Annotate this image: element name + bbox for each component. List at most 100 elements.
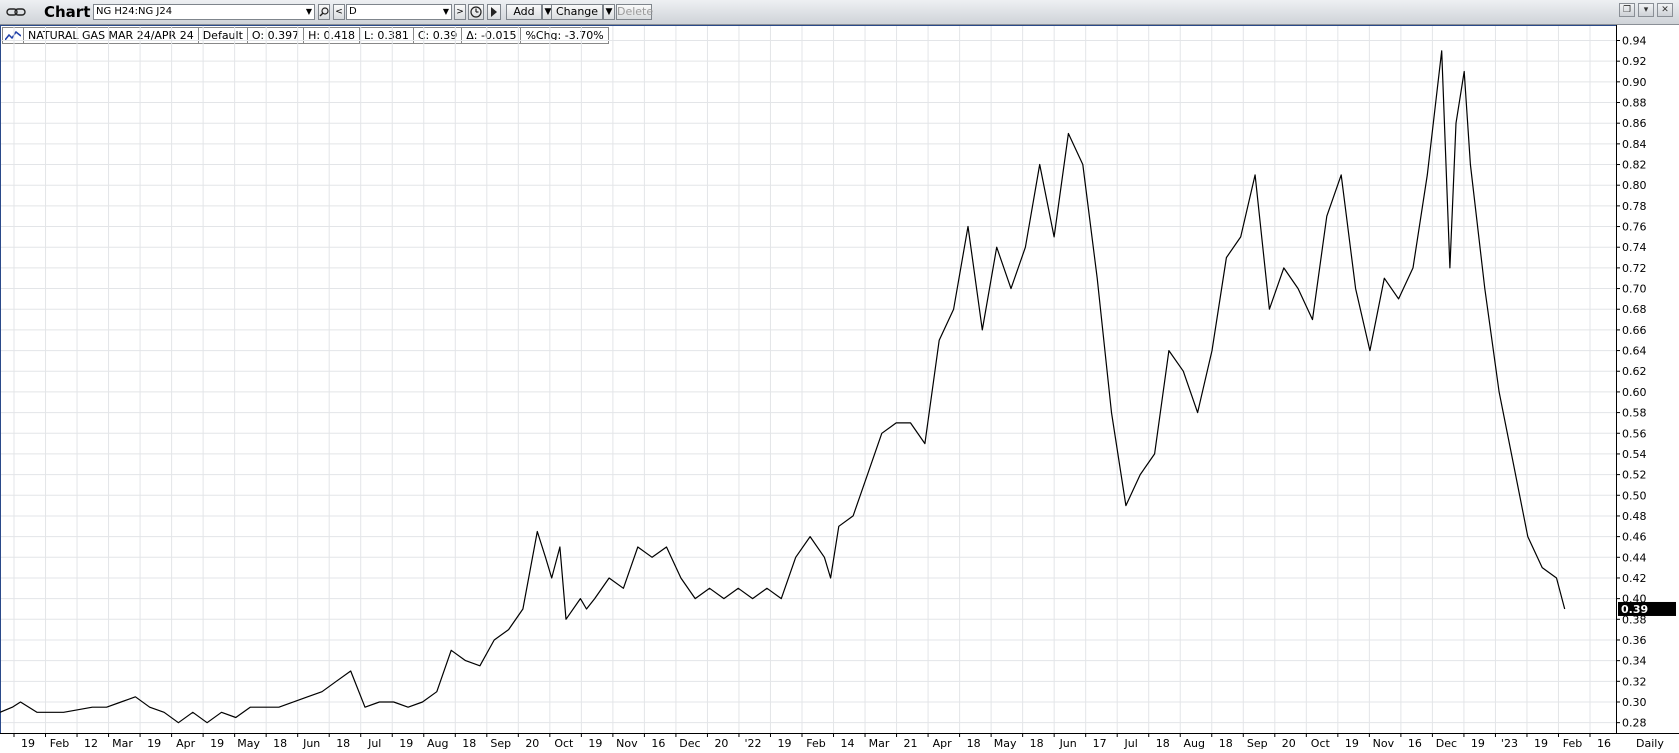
x-tick-label: 19	[399, 737, 413, 750]
y-tick-label: 0.36	[1622, 634, 1647, 647]
x-tick-label: Feb	[806, 737, 825, 750]
x-tick-label: Apr	[933, 737, 953, 750]
play-button[interactable]	[487, 4, 501, 20]
x-tick-label: 16	[1597, 737, 1611, 750]
x-tick-label: Oct	[1311, 737, 1331, 750]
x-tick-label: Nov	[616, 737, 638, 750]
symbol-input[interactable]: NG H24:NG J24 ▼	[93, 4, 315, 20]
delete-button[interactable]: Delete	[616, 4, 653, 20]
x-tick-label: Mar	[112, 737, 133, 750]
y-tick-label: 0.92	[1622, 55, 1647, 68]
x-tick-label: 18	[967, 737, 981, 750]
symbol-value: NG H24:NG J24	[96, 6, 173, 17]
x-axis: 19 Feb 12 Mar 19 Apr 19 May 18 Jun 18 Jul 19 Aug 18 Sep…	[13, 733, 1611, 750]
interval-next-button[interactable]: >	[454, 4, 466, 20]
chevron-down-icon[interactable]: ▼	[306, 5, 312, 19]
x-tick-label: Feb	[1563, 737, 1582, 750]
x-tick-label: 19	[1345, 737, 1359, 750]
y-tick-label: 0.52	[1622, 469, 1647, 482]
y-tick-label: 0.30	[1622, 696, 1647, 709]
x-tick-label: Apr	[176, 737, 196, 750]
symbol-search-button[interactable]	[318, 4, 330, 20]
y-tick-label: 0.74	[1622, 241, 1647, 254]
x-tick-label: Sep	[1247, 737, 1268, 750]
y-tick-label: 0.86	[1622, 117, 1647, 130]
y-tick-label: 0.28	[1622, 717, 1647, 730]
x-tick-label: Jun	[1059, 737, 1077, 750]
interval-value: D	[349, 6, 357, 17]
y-tick-label: 0.88	[1622, 97, 1647, 110]
x-tick-label: Jul	[1124, 737, 1138, 750]
x-tick-label: 20	[1282, 737, 1296, 750]
x-tick-label: 17	[1093, 737, 1107, 750]
x-tick-label: 19	[21, 737, 35, 750]
x-tick-label: 18	[1219, 737, 1233, 750]
x-tick-label: 19	[588, 737, 602, 750]
y-tick-label: 0.42	[1622, 572, 1647, 585]
clock-icon	[470, 6, 482, 18]
window-title: Chart	[44, 3, 91, 21]
y-tick-label: 0.34	[1622, 655, 1647, 668]
y-tick-label: 0.90	[1622, 76, 1647, 89]
y-tick-label: 0.68	[1622, 303, 1647, 316]
y-tick-label: 0.72	[1622, 262, 1647, 275]
x-tick-label: Aug	[427, 737, 448, 750]
y-tick-label: 0.62	[1622, 365, 1647, 378]
x-tick-label: May	[237, 737, 260, 750]
y-tick-label: 0.56	[1622, 427, 1647, 440]
time-button[interactable]	[468, 4, 484, 20]
x-tick-label: Nov	[1373, 737, 1395, 750]
x-tick-label: 20	[525, 737, 539, 750]
x-tick-label: 19	[1471, 737, 1485, 750]
x-tick-label: 16	[651, 737, 665, 750]
x-tick-label: 19	[210, 737, 224, 750]
interval-input[interactable]: D ▼	[346, 4, 452, 20]
chain-link-icon[interactable]	[6, 6, 26, 18]
y-tick-label: 0.80	[1622, 179, 1647, 192]
x-tick-label: 16	[1408, 737, 1422, 750]
add-button[interactable]: Add	[506, 4, 542, 20]
x-tick-label: '22	[744, 737, 761, 750]
x-tick-label: 19	[147, 737, 161, 750]
chevron-right-icon: >	[456, 7, 464, 17]
x-tick-label: Mar	[869, 737, 890, 750]
x-tick-label: 19	[1534, 737, 1548, 750]
y-tick-label: 0.78	[1622, 200, 1647, 213]
close-icon[interactable]: ✕	[1657, 3, 1673, 17]
x-tick-label: Jun	[302, 737, 320, 750]
y-tick-label: 0.54	[1622, 448, 1647, 461]
chevron-down-icon[interactable]: ▼	[443, 5, 449, 19]
y-tick-label: 0.60	[1622, 386, 1647, 399]
x-tick-label: Sep	[490, 737, 511, 750]
restore-icon[interactable]: ❐	[1619, 3, 1635, 17]
y-tick-label: 0.46	[1622, 531, 1647, 544]
change-button[interactable]: Change	[551, 4, 603, 20]
x-tick-label: 20	[714, 737, 728, 750]
search-icon	[319, 7, 329, 17]
chevron-left-icon: <	[335, 7, 343, 17]
y-tick-label: 0.48	[1622, 510, 1647, 523]
interval-prev-button[interactable]: <	[333, 4, 345, 20]
y-tick-label: 0.64	[1622, 345, 1647, 358]
y-tick-label: 0.84	[1622, 138, 1647, 151]
y-tick-label: 0.58	[1622, 407, 1647, 420]
x-tick-label: 18	[462, 737, 476, 750]
x-tick-label: 18	[273, 737, 287, 750]
x-tick-label: Jul	[367, 737, 381, 750]
title-bar: Chart NG H24:NG J24 ▼ < D ▼ > Add ▼ Chan…	[0, 0, 1679, 25]
last-price-marker: 0.39	[1618, 601, 1676, 616]
change-dropdown-button[interactable]: ▼	[603, 4, 615, 20]
y-axis: 0.94 0.92 0.90 0.88 0.86 0.84 0.82 0.80 0.78 0.76…	[1616, 35, 1647, 730]
y-tick-label: 0.82	[1622, 159, 1647, 172]
x-tick-label: 14	[841, 737, 855, 750]
y-tick-label: 0.70	[1622, 283, 1647, 296]
x-tick-label: Oct	[554, 737, 574, 750]
x-tick-label: 19	[777, 737, 791, 750]
x-tick-label: Feb	[50, 737, 69, 750]
minimize-icon[interactable]: ▾	[1638, 3, 1654, 17]
x-tick-label: Dec	[679, 737, 700, 750]
period-label[interactable]: Daily	[1636, 737, 1664, 750]
x-tick-label: 12	[84, 737, 98, 750]
x-tick-label: Dec	[1436, 737, 1457, 750]
price-chart[interactable]: 0.94 0.92 0.90 0.88 0.86 0.84 0.82 0.80 0.78 0.76…	[0, 25, 1679, 753]
